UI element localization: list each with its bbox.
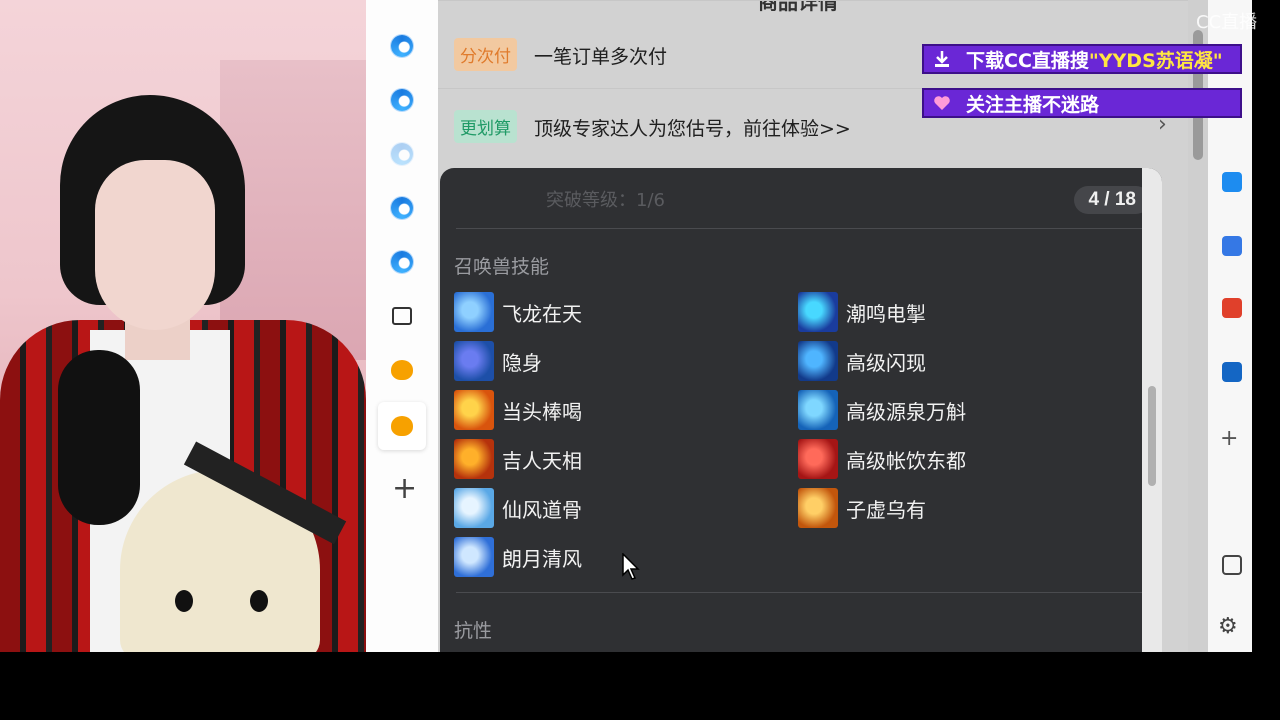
rail-app-1[interactable] (388, 32, 416, 60)
banner-text: 关注主播不迷路 (966, 93, 1100, 116)
page-indicator: 4 / 18 (1074, 186, 1150, 214)
void-skill-icon (798, 488, 838, 528)
spring-skill-icon (798, 390, 838, 430)
skill-name: 潮鸣电掣 (846, 301, 926, 326)
plush-eye (250, 590, 268, 612)
skill-item[interactable]: 潮鸣电掣 (798, 292, 926, 332)
banquet-skill-icon (798, 439, 838, 479)
skill-name: 当头棒喝 (502, 399, 582, 424)
rail-app-6[interactable] (388, 302, 416, 330)
appraisal-text: 顶级专家达人为您估号，前往体验>> (534, 118, 851, 140)
skill-name: 仙风道骨 (502, 497, 582, 522)
installment-tag: 分次付 (454, 38, 517, 71)
add-app-icon[interactable]: + (392, 474, 417, 504)
immortal-skill-icon (454, 488, 494, 528)
stealth-skill-icon (454, 341, 494, 381)
skill-name: 隐身 (502, 350, 542, 375)
add-icon[interactable]: + (1220, 426, 1238, 451)
background-text: 突破等级：1/6 (546, 190, 665, 211)
skill-name: 高级帐饮东都 (846, 448, 966, 473)
appraisal-tag: 更划算 (454, 110, 517, 143)
browser-icon (391, 143, 413, 165)
rail-app-4[interactable] (388, 194, 416, 222)
section-title: 召唤兽技能 (454, 256, 550, 278)
exit-icon[interactable] (1222, 555, 1242, 575)
scroll-thumb[interactable] (1148, 386, 1156, 486)
thunder-skill-icon (798, 292, 838, 332)
browser-icon (391, 35, 413, 57)
face (95, 160, 215, 330)
skill-item[interactable]: 朗月清风 (454, 537, 582, 577)
skill-item[interactable]: 高级闪现 (798, 341, 926, 381)
skill-name: 子虚乌有 (846, 497, 926, 522)
settings-icon[interactable]: ⚙ (1218, 614, 1238, 639)
browser-icon (391, 89, 413, 111)
skill-item[interactable]: 高级源泉万斛 (798, 390, 966, 430)
popover-scrollbar[interactable] (1142, 168, 1162, 652)
chick-icon (391, 416, 413, 436)
microphone (58, 350, 140, 525)
download-icon (935, 51, 949, 67)
skill-name: 朗月清风 (502, 546, 582, 571)
divider (456, 592, 1144, 593)
rail-app-7[interactable] (388, 356, 416, 384)
flash-skill-icon (798, 341, 838, 381)
moon-skill-icon (454, 537, 494, 577)
skill-name: 高级源泉万斛 (846, 399, 966, 424)
rail-app-3[interactable] (388, 140, 416, 168)
download-banner: 下载CC直播搜"YYDS苏语凝" (922, 44, 1242, 74)
divider (438, 0, 1188, 1)
skill-name: 吉人天相 (502, 448, 582, 473)
office-icon[interactable] (1222, 298, 1242, 318)
skill-popover: 突破等级：1/6 4 / 18 召唤兽技能 飞龙在天隐身当头棒喝吉人天相仙风道骨… (440, 168, 1162, 652)
outlook-icon[interactable] (1222, 362, 1242, 382)
strike-skill-icon (454, 390, 494, 430)
heart-icon (934, 96, 950, 110)
banner-text: 下载CC直播搜 (966, 49, 1089, 72)
banner-highlight: "YYDS苏语凝" (1088, 49, 1223, 72)
page-title: 商品详情 (758, 0, 838, 14)
skill-item[interactable]: 隐身 (454, 341, 542, 381)
rail-app-8[interactable] (388, 412, 416, 440)
skill-item[interactable]: 高级帐饮东都 (798, 439, 966, 479)
skill-item[interactable]: 子虚乌有 (798, 488, 926, 528)
skill-item[interactable]: 仙风道骨 (454, 488, 582, 528)
divider (456, 228, 1144, 229)
browser-icon (391, 251, 413, 273)
skill-item[interactable]: 飞龙在天 (454, 292, 582, 332)
rail-app-5[interactable] (388, 248, 416, 276)
skill-item[interactable]: 吉人天相 (454, 439, 582, 479)
streamer-camera (0, 0, 366, 652)
skill-name: 飞龙在天 (502, 301, 582, 326)
browser-icon (391, 197, 413, 219)
skill-item[interactable]: 当头棒喝 (454, 390, 582, 430)
skill-name: 高级闪现 (846, 350, 926, 375)
toolbox-icon[interactable] (1222, 172, 1242, 192)
installment-text: 一笔订单多次付 (534, 46, 668, 68)
dragon-skill-icon (454, 292, 494, 332)
people-icon[interactable] (1222, 236, 1242, 256)
follow-banner: 关注主播不迷路 (922, 88, 1242, 118)
chick-icon (391, 360, 413, 380)
cursor-icon (622, 552, 640, 580)
section-title: 抗性 (454, 620, 493, 642)
side-rail: + (366, 0, 439, 652)
plush-eye (175, 590, 193, 612)
rail-app-2[interactable] (388, 86, 416, 114)
calendar-icon (392, 307, 412, 325)
watermark: CC直播 (1196, 12, 1258, 33)
fortune-skill-icon (454, 439, 494, 479)
